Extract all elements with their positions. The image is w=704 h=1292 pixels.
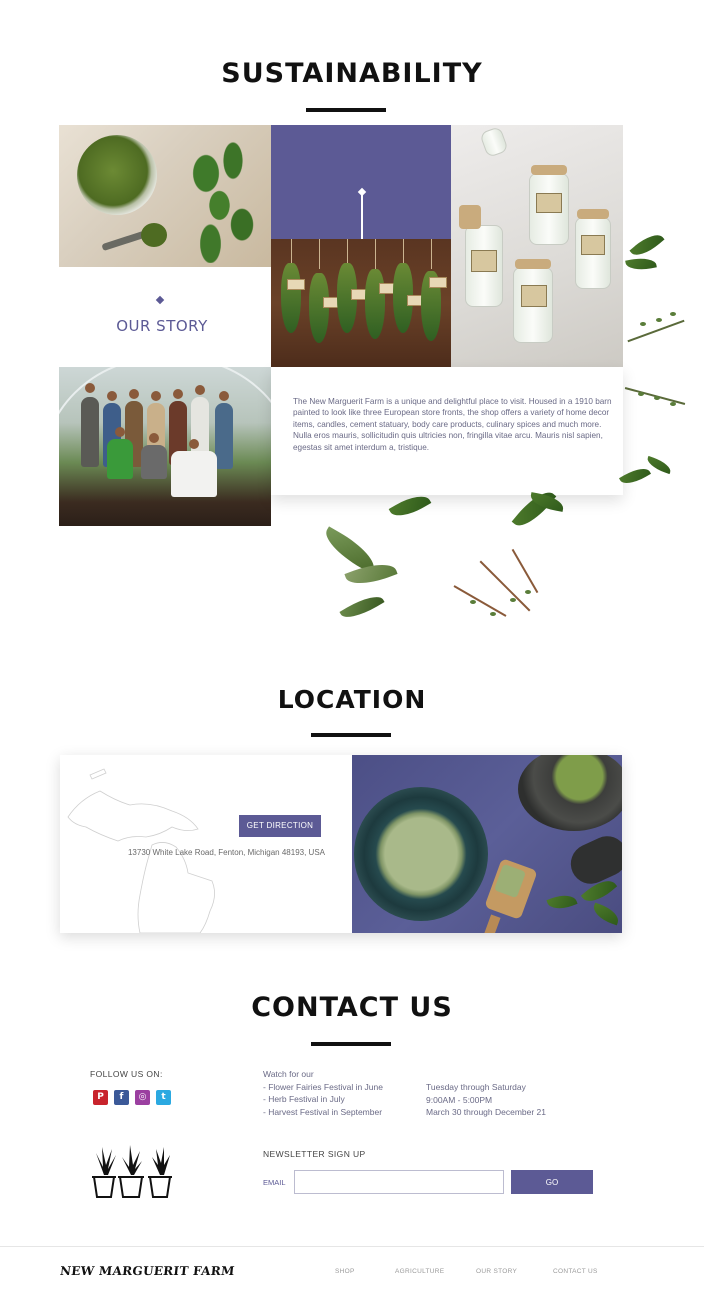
email-input[interactable]	[294, 1170, 504, 1194]
herb-sprig	[179, 135, 269, 263]
events-list: Watch for our - Flower Fairies Festival …	[263, 1068, 383, 1118]
nav-agriculture[interactable]: AGRICULTURE	[395, 1268, 444, 1275]
follow-us-label: FOLLOW US ON:	[90, 1069, 163, 1079]
event-item: - Harvest Festival in September	[263, 1106, 383, 1117]
location-title: LOCATION	[277, 685, 427, 714]
hours-days: Tuesday through Saturday	[426, 1082, 526, 1092]
spice-jars-photo	[451, 125, 623, 367]
hours-time: 9:00AM - 5:00PM	[426, 1094, 493, 1105]
address-text: 13730 White Lake Road, Fenton, Michigan …	[127, 848, 325, 857]
map-outline-icon	[67, 768, 215, 933]
farm-team-photo	[59, 367, 271, 526]
plant-pots-icon	[92, 1145, 172, 1198]
our-story-label: OUR STORY	[116, 317, 208, 335]
michigan-map: GET DIRECTION 13730 White Lake Road, Fen…	[60, 755, 352, 933]
event-item: - Flower Fairies Festival in June	[263, 1081, 383, 1092]
nav-our-story[interactable]: OUR STORY	[476, 1268, 517, 1275]
nav-shop[interactable]: SHOP	[335, 1268, 355, 1275]
sustainability-title: SUSTAINABILITY	[221, 58, 483, 89]
newsletter-go-button[interactable]: GO	[511, 1170, 593, 1194]
contact-title-underline	[311, 1042, 391, 1046]
nav-contact-us[interactable]: CONTACT US	[553, 1268, 598, 1275]
site-logo[interactable]: NEW MARGUERIT FARM	[59, 1264, 235, 1278]
contact-title: CONTACT US	[251, 992, 453, 1023]
email-label: EMAIL	[263, 1178, 286, 1187]
opening-hours: Tuesday through Saturday 9:00AM - 5:00PM…	[426, 1081, 546, 1119]
spice-bowl-photo	[352, 755, 622, 933]
footer-divider	[0, 1246, 704, 1247]
mortar	[518, 755, 622, 831]
herb-jar	[77, 135, 157, 215]
diamond-icon	[155, 295, 165, 305]
herb-jar-photo	[59, 125, 271, 267]
hours-season: March 30 through December 21	[426, 1107, 547, 1118]
hanging-herbs-photo	[271, 239, 451, 367]
facebook-icon[interactable]: f	[114, 1090, 129, 1105]
spice-bowl	[354, 787, 488, 921]
pinterest-icon[interactable]: P	[93, 1090, 108, 1105]
vertical-line	[361, 195, 363, 239]
our-story-tile[interactable]: OUR STORY	[59, 267, 271, 367]
spoon-bowl	[141, 223, 167, 247]
story-description: The New Marguerit Farm is a unique and d…	[293, 397, 612, 452]
purple-accent-tile	[271, 125, 451, 239]
story-description-card: The New Marguerit Farm is a unique and d…	[271, 367, 623, 495]
instagram-icon[interactable]: ◎	[135, 1090, 150, 1105]
sustainability-title-underline	[306, 108, 386, 112]
get-direction-button[interactable]: GET DIRECTION	[239, 815, 321, 837]
location-card: GET DIRECTION 13730 White Lake Road, Fen…	[60, 755, 622, 933]
twitter-icon[interactable]: t	[156, 1090, 171, 1105]
newsletter-label: NEWSLETTER SIGN UP	[263, 1149, 366, 1159]
event-item: - Herb Festival in July	[263, 1094, 345, 1105]
location-title-underline	[311, 733, 391, 737]
scoop-handle	[477, 914, 501, 933]
events-intro: Watch for our	[263, 1069, 314, 1079]
sustainability-grid: OUR STORY The New Marguerit Farm is a un…	[59, 125, 623, 526]
